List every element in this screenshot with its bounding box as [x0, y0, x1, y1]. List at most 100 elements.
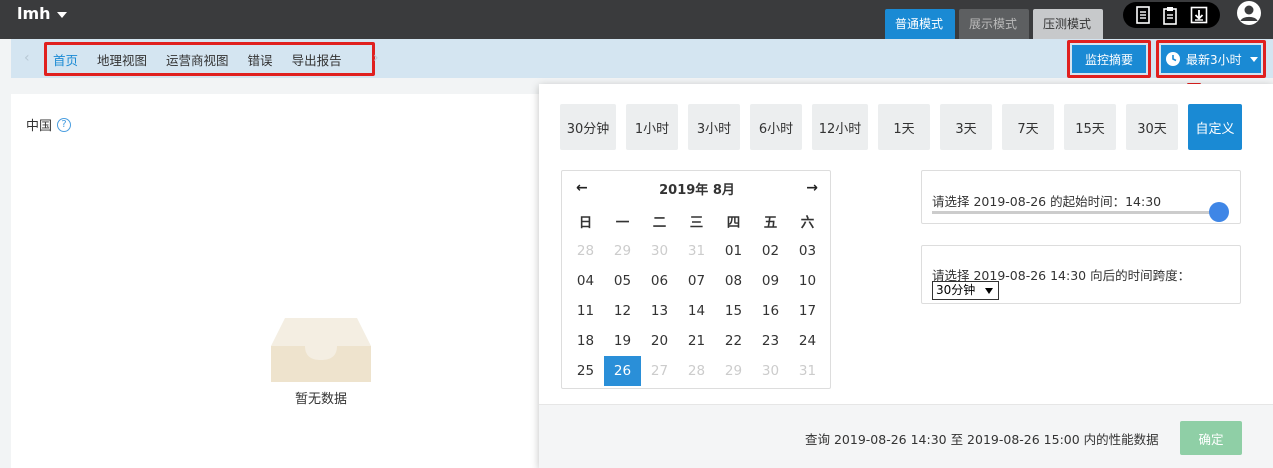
user-name: lmh	[17, 4, 51, 23]
calendar-day[interactable]: 19	[604, 326, 641, 356]
region-title-text: 中国	[26, 119, 53, 134]
quick-range-custom[interactable]: 自定义	[1188, 104, 1242, 150]
prev-month-icon[interactable]: ←	[576, 180, 588, 196]
calendar-day[interactable]: 21	[678, 326, 715, 356]
quick-range-15d[interactable]: 15天	[1064, 104, 1116, 150]
calendar-day[interactable]: 05	[604, 266, 641, 296]
nav-item-errors[interactable]: 错误	[248, 50, 273, 69]
calendar-day[interactable]: 14	[678, 296, 715, 326]
start-time-label: 请选择 2019-08-26 的起始时间：14:30	[932, 194, 1162, 209]
dropdown-arrow-icon	[985, 288, 993, 294]
weekday-header: 四	[726, 215, 741, 231]
quick-range-12h[interactable]: 12小时	[812, 104, 868, 150]
calendar-day: 31	[687, 243, 706, 259]
calendar-day[interactable]: 07	[678, 266, 715, 296]
top-bar: lmh 普通模式 展示模式 压测模式	[0, 0, 1273, 39]
calendar-day: 29	[724, 363, 743, 379]
quick-range-30d[interactable]: 30天	[1126, 104, 1178, 150]
time-span-value: 30分钟	[936, 283, 976, 297]
quick-range-6h[interactable]: 6小时	[750, 104, 802, 150]
calendar-day[interactable]: 12	[604, 296, 641, 326]
calendar-day[interactable]: 25	[567, 356, 604, 386]
calendar-day[interactable]: 03	[789, 236, 826, 266]
chevron-down-icon	[1249, 56, 1258, 62]
calendar-day[interactable]: 20	[641, 326, 678, 356]
weekday-header: 二	[652, 215, 667, 231]
date-picker: ← 2019年 8月 → 日 一 二 三 四 五 六 28 29 30 31 01 02 03 04 05 06…	[561, 170, 831, 389]
chevron-down-icon	[56, 11, 67, 18]
time-range-dropdown: 30分钟 1小时 3小时 6小时 12小时 1天 3天 7天 15天 30天 自…	[539, 84, 1273, 468]
nav-item-geo-view[interactable]: 地理视图	[97, 50, 147, 69]
monitor-summary-button[interactable]: 监控摘要	[1072, 45, 1146, 73]
next-month-icon[interactable]: →	[806, 180, 818, 196]
calendar-day: 28	[576, 243, 595, 259]
calendar-day: 31	[798, 363, 817, 379]
nav-menu-highlight: 首页 地理视图 运营商视图 错误 导出报告	[44, 42, 375, 76]
start-time-slider-handle[interactable]	[1209, 202, 1229, 222]
mode-normal-tab[interactable]: 普通模式	[885, 9, 955, 39]
quick-range-30m[interactable]: 30分钟	[560, 104, 616, 150]
nav-item-export-report[interactable]: 导出报告	[292, 50, 342, 69]
time-range-button[interactable]: 最新3小时	[1161, 45, 1261, 73]
nav-next-icon[interactable]: ›	[373, 50, 379, 66]
calendar-day: 30	[650, 243, 669, 259]
start-time-slider-track[interactable]	[932, 211, 1222, 214]
calendar-day[interactable]: 23	[752, 326, 789, 356]
weekday-header: 六	[800, 215, 815, 231]
calendar-day: 29	[613, 243, 632, 259]
calendar-day[interactable]: 01	[715, 236, 752, 266]
calendar-day[interactable]: 10	[789, 266, 826, 296]
calendar-month-title: 2019年 8月	[659, 182, 735, 198]
calendar-day[interactable]: 16	[752, 296, 789, 326]
quick-range-3h[interactable]: 3小时	[688, 104, 740, 150]
help-icon[interactable]: ?	[57, 117, 72, 132]
quick-range-3d[interactable]: 3天	[940, 104, 992, 150]
calendar-day[interactable]: 06	[641, 266, 678, 296]
start-time-box: 请选择 2019-08-26 的起始时间：14:30	[921, 170, 1241, 224]
calendar-day[interactable]: 17	[789, 296, 826, 326]
nav-item-carrier-view[interactable]: 运营商视图	[166, 50, 229, 69]
weekday-header: 日	[578, 215, 593, 231]
calendar-header: ← 2019年 8月 →	[562, 171, 832, 205]
weekday-header: 五	[763, 215, 778, 231]
empty-inbox-icon	[271, 318, 371, 382]
weekday-header: 一	[615, 215, 630, 231]
time-span-select[interactable]: 30分钟	[932, 281, 999, 300]
quick-range-list: 30分钟 1小时 3小时 6小时 12小时 1天 3天 7天 15天 30天 自…	[560, 104, 1242, 150]
time-span-box: 请选择 2019-08-26 14:30 向后的时间跨度： 30分钟	[921, 245, 1241, 304]
calendar-day: 27	[650, 363, 669, 379]
time-range-label: 最新3小时	[1186, 52, 1242, 67]
nav-item-home[interactable]: 首页	[53, 50, 78, 69]
confirm-button[interactable]: 确定	[1180, 421, 1242, 455]
query-summary-text: 查询 2019-08-26 14:30 至 2019-08-26 15:00 内…	[805, 432, 1159, 447]
empty-state-text: 暂无数据	[294, 392, 347, 407]
clipboard-icon[interactable]	[1162, 6, 1178, 25]
nav-prev-icon[interactable]: ‹	[24, 50, 30, 66]
mode-display-tab[interactable]: 展示模式	[959, 9, 1029, 39]
quick-range-1h[interactable]: 1小时	[626, 104, 678, 150]
quick-range-1d[interactable]: 1天	[878, 104, 930, 150]
calendar-day[interactable]: 11	[567, 296, 604, 326]
download-icon[interactable]	[1190, 6, 1208, 24]
calendar-day[interactable]: 13	[641, 296, 678, 326]
range-highlight: 最新3小时	[1156, 40, 1266, 78]
region-title: 中国 ?	[26, 115, 72, 134]
calendar-day[interactable]: 18	[567, 326, 604, 356]
user-menu[interactable]: lmh	[17, 4, 67, 23]
calendar-day[interactable]: 02	[752, 236, 789, 266]
calendar-day[interactable]: 08	[715, 266, 752, 296]
calendar-day-selected[interactable]: 26	[604, 356, 641, 386]
calendar-day[interactable]: 15	[715, 296, 752, 326]
quick-range-7d[interactable]: 7天	[1002, 104, 1054, 150]
calendar-day[interactable]: 09	[752, 266, 789, 296]
calendar-day[interactable]: 24	[789, 326, 826, 356]
calendar-day[interactable]: 22	[715, 326, 752, 356]
avatar-icon[interactable]	[1237, 1, 1261, 25]
calendar-day: 28	[687, 363, 706, 379]
mode-stress-tab[interactable]: 压测模式	[1033, 9, 1103, 39]
calendar-grid: 日一二三四五六 28 29 30 31 01 02 03 04 05 06 07 08 09 10 11 12 1…	[567, 206, 827, 386]
calendar-day[interactable]: 04	[567, 266, 604, 296]
calendar-day: 30	[761, 363, 780, 379]
toolbar-icon-group	[1123, 2, 1220, 28]
document-icon[interactable]	[1135, 6, 1151, 24]
